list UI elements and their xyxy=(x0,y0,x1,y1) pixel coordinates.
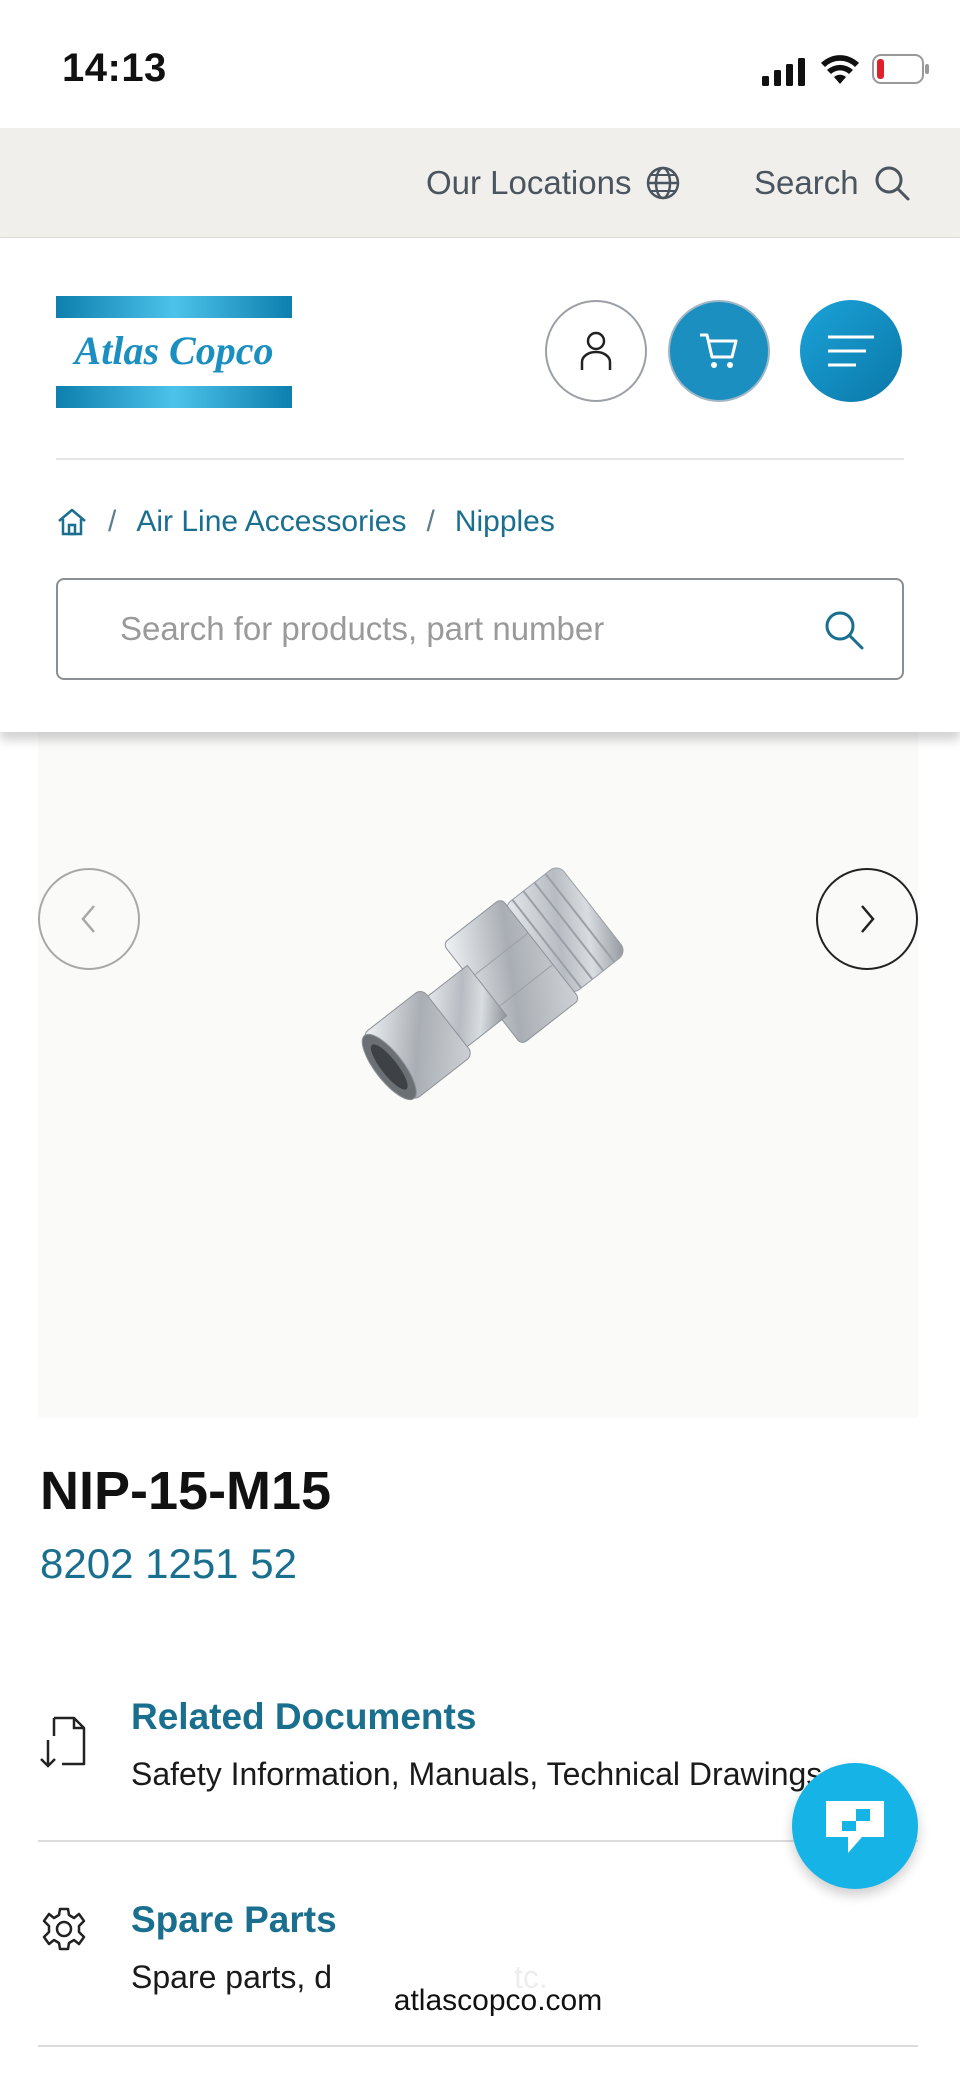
globe-icon xyxy=(647,166,680,200)
product-search-input[interactable] xyxy=(120,610,780,648)
breadcrumb-separator: / xyxy=(426,505,435,538)
cart-icon xyxy=(700,333,738,368)
product-search-box xyxy=(56,578,904,680)
product-title: NIP-15-M15 xyxy=(40,1461,332,1521)
our-locations-link[interactable]: Our Locations xyxy=(426,158,681,208)
spare-parts-desc-start: Spare parts, d xyxy=(131,1959,332,1995)
status-bar: 14:13 xyxy=(0,0,960,128)
cart-button[interactable] xyxy=(668,300,770,402)
top-search-label: Search xyxy=(754,164,859,201)
chat-icon xyxy=(826,1801,884,1853)
search-submit-icon[interactable] xyxy=(822,608,866,652)
gallery-prev-button[interactable] xyxy=(38,868,140,970)
product-gallery xyxy=(38,732,918,1418)
gallery-next-button[interactable] xyxy=(816,868,918,970)
atlas-copco-logo[interactable]: Atlas Copco xyxy=(56,296,292,408)
site-header: Atlas Copco / Air Line Accessories / Nip… xyxy=(0,238,960,732)
breadcrumb-nipples[interactable]: Nipples xyxy=(455,505,555,539)
related-documents-row[interactable]: Related Documents Safety Information, Ma… xyxy=(38,1690,918,1840)
section-divider xyxy=(38,1840,918,1842)
user-icon xyxy=(580,331,612,370)
utility-bar: Our Locations Search xyxy=(0,128,960,238)
breadcrumb-separator: / xyxy=(108,505,117,538)
product-image[interactable] xyxy=(298,822,698,1142)
our-locations-label: Our Locations xyxy=(426,164,632,201)
product-part-number: 8202 1251 52 xyxy=(40,1540,297,1587)
gear-icon xyxy=(42,1907,86,1951)
header-divider xyxy=(56,458,904,460)
chevron-left-icon xyxy=(81,905,95,933)
search-icon xyxy=(875,166,910,201)
logo-text: Atlas Copco xyxy=(72,328,274,373)
chat-button[interactable] xyxy=(792,1763,918,1889)
top-search-link[interactable]: Search xyxy=(754,158,911,208)
home-icon[interactable] xyxy=(56,507,88,537)
section-divider xyxy=(38,2045,918,2047)
related-documents-title: Related Documents xyxy=(131,1696,477,1737)
chevron-right-icon xyxy=(861,905,875,933)
status-time: 14:13 xyxy=(62,46,167,90)
wifi-icon xyxy=(821,55,859,84)
account-button[interactable] xyxy=(545,300,647,402)
spare-parts-title: Spare Parts xyxy=(131,1899,337,1940)
battery-icon xyxy=(872,54,929,84)
hamburger-menu-icon xyxy=(828,335,874,367)
document-icon xyxy=(40,1716,86,1768)
breadcrumb-air-line-accessories[interactable]: Air Line Accessories xyxy=(136,505,406,539)
browser-url-bar[interactable]: atlascopco.com xyxy=(362,1966,634,2036)
menu-button[interactable] xyxy=(800,300,902,402)
cellular-signal-icon xyxy=(762,58,805,86)
related-documents-desc: Safety Information, Manuals, Technical D… xyxy=(131,1756,892,1792)
breadcrumb: / Air Line Accessories / Nipples xyxy=(56,500,555,544)
